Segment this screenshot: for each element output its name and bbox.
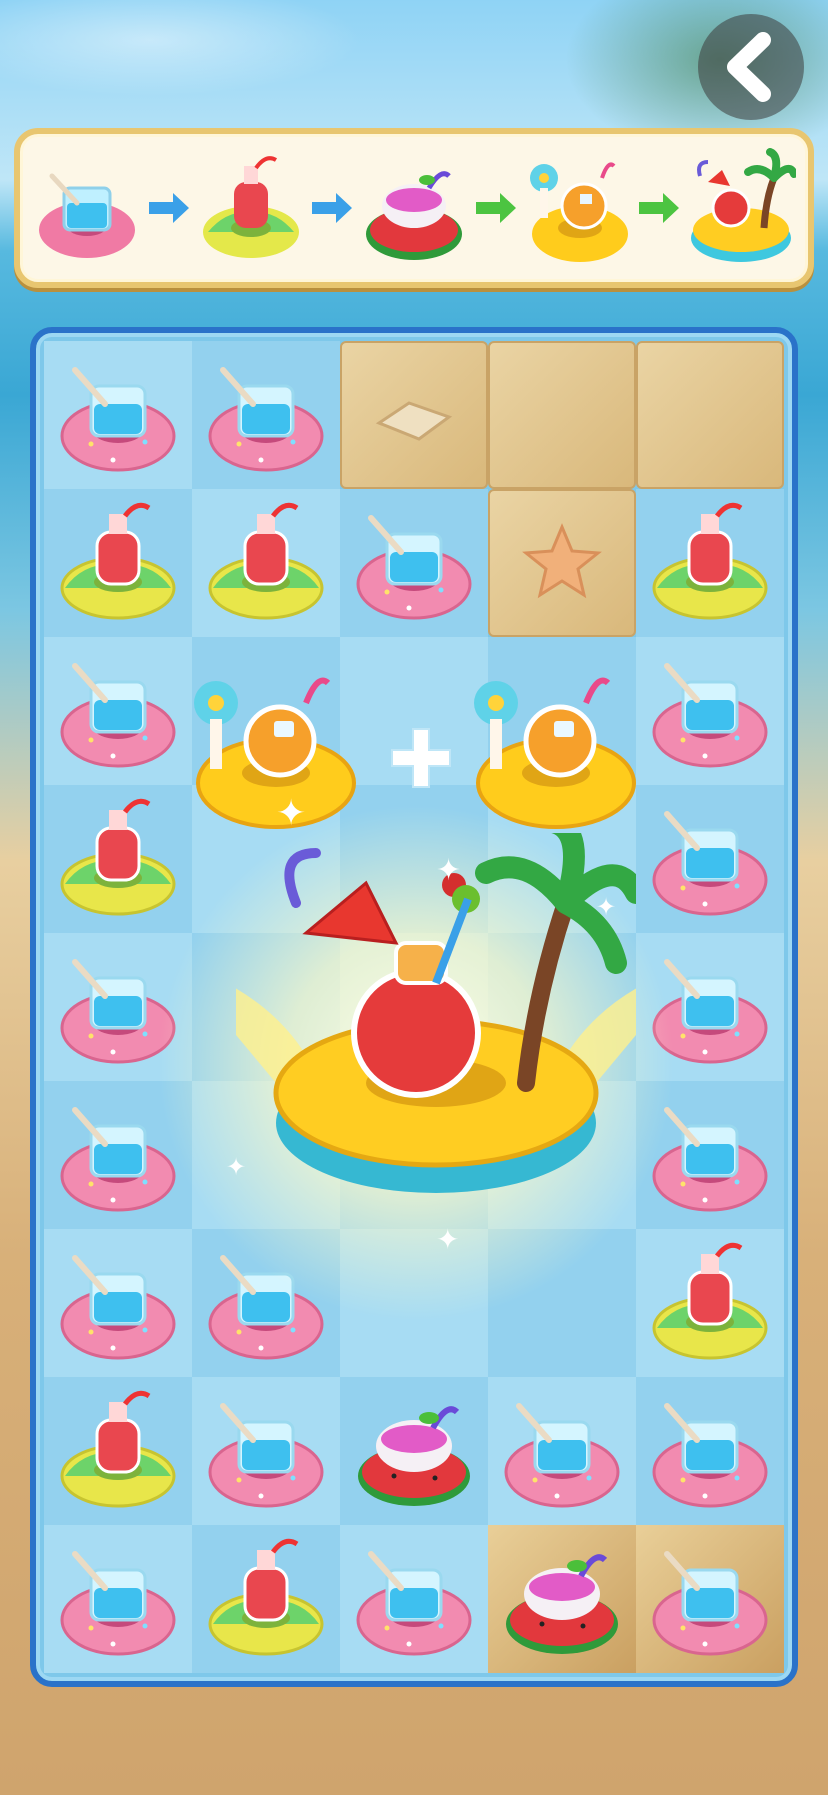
- step-1-blue-drink-icon: [39, 173, 136, 258]
- board-cell-watermelon-bowl[interactable]: [488, 1525, 636, 1673]
- board-cell-empty: [340, 785, 488, 933]
- board-cell-red-bottle[interactable]: [192, 489, 340, 637]
- step-5-tropical-drink-icon: [690, 148, 796, 262]
- board-cell-empty: [340, 637, 488, 785]
- board-cell-blue-cup[interactable]: [636, 933, 784, 1081]
- board-cell-blue-cup[interactable]: [192, 341, 340, 489]
- red-bottle-icon: [201, 1532, 331, 1666]
- sand-tile-icon: [522, 521, 602, 605]
- board-cell-red-bottle[interactable]: [636, 1229, 784, 1377]
- board-cell-empty: [488, 1229, 636, 1377]
- blue-cup-icon: [53, 1236, 183, 1370]
- blue-cup-icon: [645, 644, 775, 778]
- board-cell-blue-cup[interactable]: [44, 933, 192, 1081]
- board-cell-empty: [340, 1229, 488, 1377]
- chevron-left-icon: [727, 32, 771, 102]
- blue-cup-icon: [645, 1088, 775, 1222]
- step-2-red-bottle-icon: [202, 156, 299, 258]
- red-bottle-icon: [645, 496, 775, 630]
- board-cell-red-bottle[interactable]: [44, 1377, 192, 1525]
- blue-cup-icon: [53, 940, 183, 1074]
- board-cell-sand: [636, 341, 784, 489]
- board-cell-empty: [488, 637, 636, 785]
- blue-cup-icon: [201, 348, 331, 482]
- blue-cup-icon: [53, 644, 183, 778]
- watermelon-bowl-icon: [497, 1532, 627, 1666]
- game-board: ✦ ✦ ✦ ✦ ✦: [30, 327, 798, 1687]
- board-cell-blue-cup[interactable]: [192, 1377, 340, 1525]
- blue-cup-icon: [349, 496, 479, 630]
- step-3-watermelon-bowl-icon: [365, 171, 462, 260]
- board-cell-blue-cup[interactable]: [340, 1525, 488, 1673]
- board-grid: [44, 341, 784, 1673]
- board-cell-empty: [340, 1081, 488, 1229]
- board-cell-blue-cup[interactable]: [44, 1081, 192, 1229]
- board-cell-blue-cup[interactable]: [44, 637, 192, 785]
- board-cell-sand: [488, 341, 636, 489]
- red-bottle-icon: [53, 792, 183, 926]
- blue-cup-icon: [53, 1088, 183, 1222]
- blue-cup-icon: [645, 940, 775, 1074]
- board-cell-empty: [340, 933, 488, 1081]
- board-cell-blue-cup[interactable]: [636, 637, 784, 785]
- board-cell-watermelon-bowl[interactable]: [340, 1377, 488, 1525]
- arrow-right-icon: [312, 193, 353, 223]
- blue-cup-icon: [53, 1532, 183, 1666]
- board-cell-sand: [488, 489, 636, 637]
- watermelon-bowl-icon: [349, 1384, 479, 1518]
- board-cell-empty: [488, 785, 636, 933]
- board-cell-blue-cup[interactable]: [636, 1081, 784, 1229]
- board-cell-empty: [192, 933, 340, 1081]
- merge-chain-panel: [14, 128, 814, 288]
- back-button[interactable]: [698, 14, 804, 120]
- board-cell-sand: [340, 341, 488, 489]
- board-cell-empty: [488, 933, 636, 1081]
- board-cell-blue-cup[interactable]: [44, 341, 192, 489]
- step-4-orange-drink-icon: [530, 162, 629, 262]
- board-cell-empty: [192, 1081, 340, 1229]
- board-cell-blue-cup[interactable]: [488, 1377, 636, 1525]
- board-cell-red-bottle[interactable]: [44, 489, 192, 637]
- sand-tile-icon: [369, 383, 459, 447]
- board-cell-red-bottle[interactable]: [192, 1525, 340, 1673]
- blue-cup-icon: [497, 1384, 627, 1518]
- blue-cup-icon: [201, 1236, 331, 1370]
- red-bottle-icon: [201, 496, 331, 630]
- blue-cup-icon: [53, 348, 183, 482]
- board-cell-empty: [488, 1081, 636, 1229]
- board-cell-blue-cup[interactable]: [44, 1525, 192, 1673]
- red-bottle-icon: [53, 1384, 183, 1518]
- blue-cup-icon: [645, 1384, 775, 1518]
- arrow-right-icon: [148, 193, 189, 223]
- board-cell-blue-cup[interactable]: [636, 785, 784, 933]
- blue-cup-icon: [349, 1532, 479, 1666]
- blue-cup-icon: [645, 1532, 775, 1666]
- board-cell-empty: [192, 785, 340, 933]
- board-cell-blue-cup[interactable]: [44, 1229, 192, 1377]
- red-bottle-icon: [53, 496, 183, 630]
- board-cell-blue-cup[interactable]: [636, 1525, 784, 1673]
- arrow-right-icon: [475, 193, 516, 223]
- board-cell-red-bottle[interactable]: [44, 785, 192, 933]
- blue-cup-icon: [201, 1384, 331, 1518]
- board-cell-empty: [192, 637, 340, 785]
- board-cell-blue-cup[interactable]: [636, 1377, 784, 1525]
- blue-cup-icon: [645, 792, 775, 926]
- board-cell-red-bottle[interactable]: [636, 489, 784, 637]
- board-cell-blue-cup[interactable]: [340, 489, 488, 637]
- arrow-right-icon: [638, 193, 679, 223]
- board-cell-blue-cup[interactable]: [192, 1229, 340, 1377]
- red-bottle-icon: [645, 1236, 775, 1370]
